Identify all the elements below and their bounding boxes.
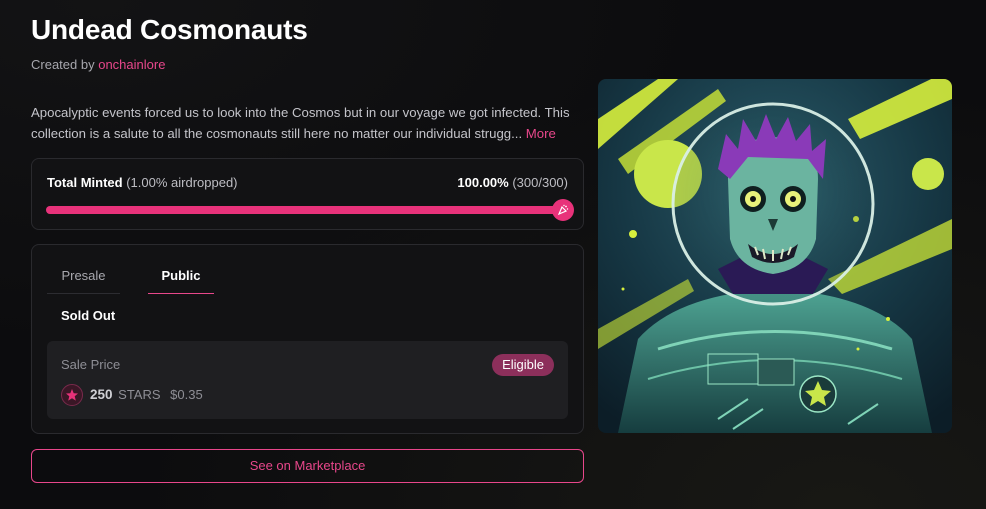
confetti-icon: [552, 199, 574, 221]
minted-percent-value: 100.00%: [457, 175, 509, 190]
mint-phase-card: Presale Public Sold Out Sale Price Eligi…: [31, 244, 584, 434]
price-line: 250 STARS $0.35: [90, 387, 203, 402]
created-by-label: Created by: [31, 57, 95, 72]
price-unit: STARS: [118, 387, 161, 402]
minted-count: (300/300): [512, 175, 568, 190]
total-minted-card: Total Minted (1.00% airdropped) 100.00% …: [31, 158, 584, 230]
page-title: Undead Cosmonauts: [31, 14, 308, 45]
total-minted-title: Total Minted: [47, 175, 123, 190]
minted-percent: 100.00% (300/300): [457, 175, 568, 190]
phase-tabs: Presale Public: [47, 261, 229, 294]
total-minted-label: Total Minted (1.00% airdropped): [47, 175, 238, 190]
tab-public[interactable]: Public: [148, 261, 214, 294]
more-link[interactable]: More: [526, 126, 556, 141]
creator-link[interactable]: onchainlore: [98, 57, 165, 72]
description-text: Apocalyptic events forced us to look int…: [31, 105, 570, 141]
mint-progress-bar: [46, 199, 574, 221]
tab-presale[interactable]: Presale: [47, 261, 120, 294]
mint-progress-fill: [46, 206, 562, 214]
sold-out-status: Sold Out: [61, 308, 116, 323]
collection-description: Apocalyptic events forced us to look int…: [31, 102, 591, 144]
sale-price-card: Sale Price Eligible 250 STARS $0.35: [47, 341, 568, 419]
stars-token-icon: [61, 384, 83, 406]
price-usd: $0.35: [170, 387, 203, 402]
airdrop-note: (1.00% airdropped): [126, 175, 238, 190]
creator-line: Created by onchainlore: [31, 57, 165, 72]
see-on-marketplace-button[interactable]: See on Marketplace: [31, 449, 584, 483]
zombie-cosmonaut-image: [598, 79, 952, 433]
sale-price-label: Sale Price: [61, 357, 121, 372]
eligible-badge: Eligible: [492, 354, 554, 376]
price-amount: 250: [90, 387, 113, 402]
